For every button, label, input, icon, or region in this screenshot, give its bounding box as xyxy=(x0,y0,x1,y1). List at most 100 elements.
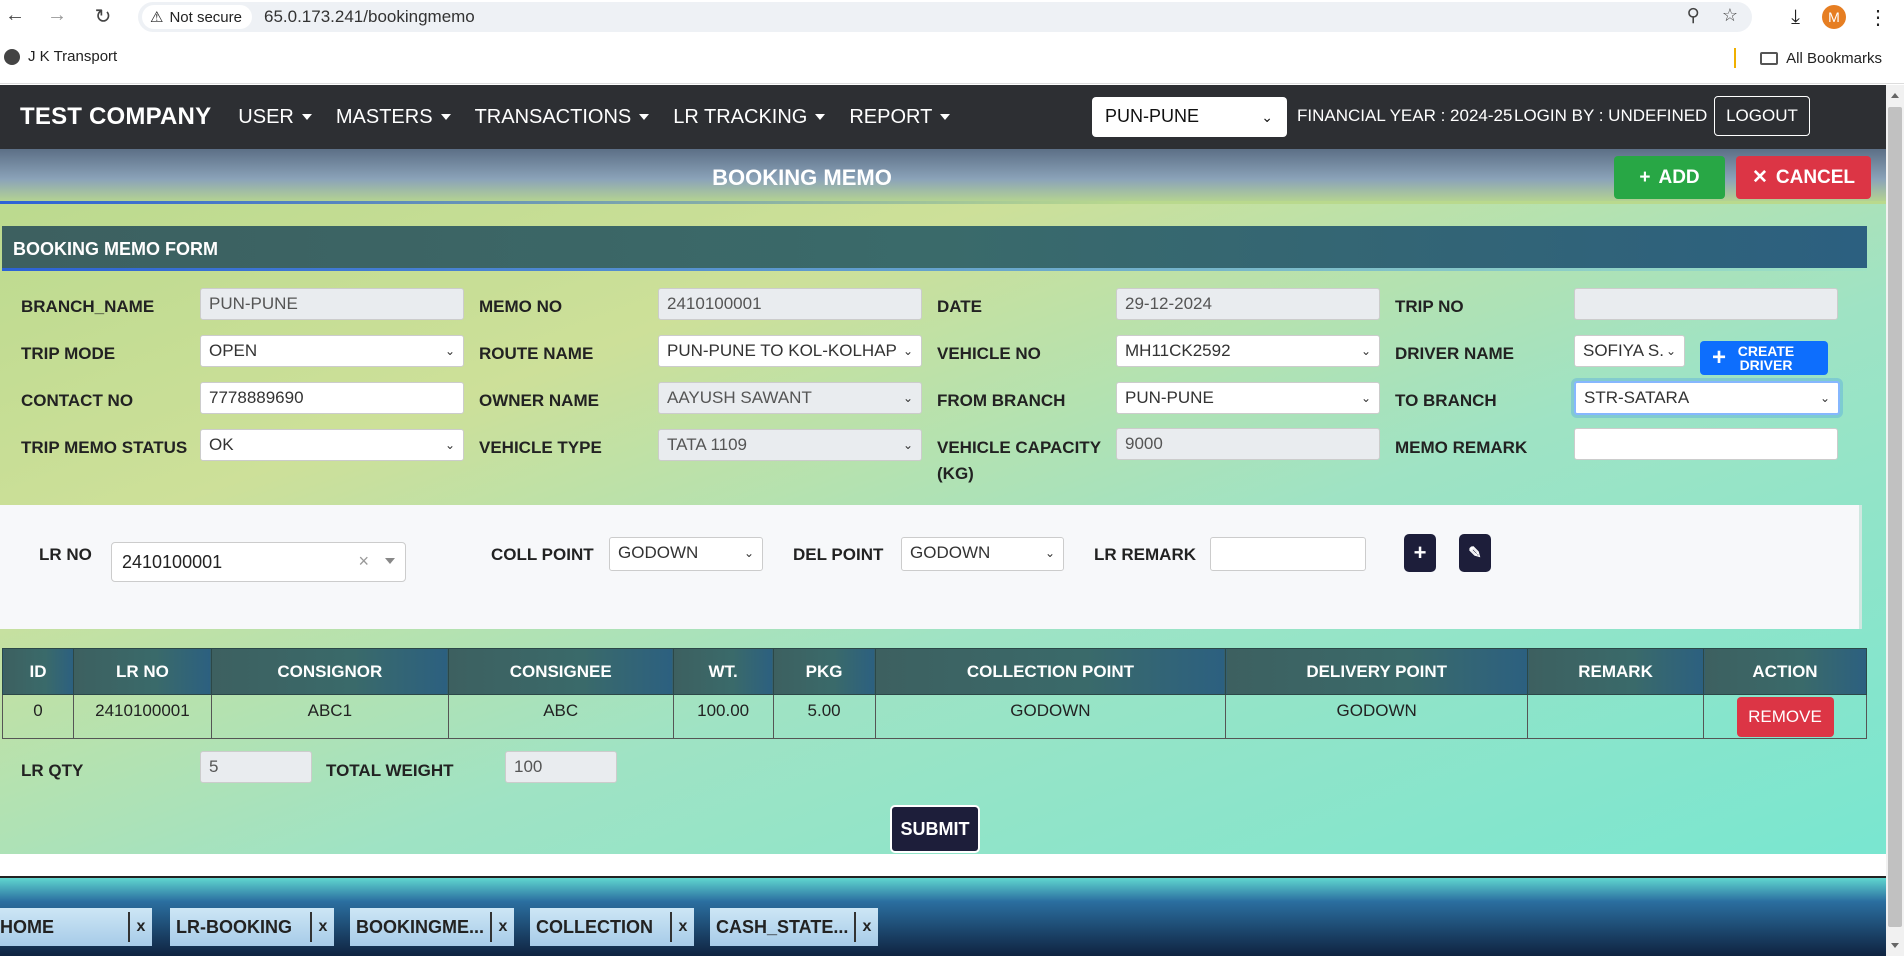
cancel-button[interactable]: ✕ CANCEL xyxy=(1736,156,1871,199)
col-action: ACTION xyxy=(1703,648,1867,695)
chevron-down-icon: ⌄ xyxy=(902,391,913,405)
vehicle-capacity-field[interactable]: 9000 xyxy=(1116,428,1380,460)
branch-name-field[interactable]: PUN-PUNE xyxy=(200,288,464,320)
logout-button[interactable]: LOGOUT xyxy=(1714,96,1810,136)
page-title: BOOKING MEMO xyxy=(712,165,892,190)
to-branch-select[interactable]: STR-SATARA ⌄ xyxy=(1574,381,1840,415)
menu-transactions[interactable]: TRANSACTIONS xyxy=(475,106,650,129)
label-vehicle-type: VEHICLE TYPE xyxy=(479,438,602,457)
all-bookmarks[interactable]: All Bookmarks xyxy=(1786,50,1882,67)
trip-no-field[interactable] xyxy=(1574,288,1838,320)
label-date: DATE xyxy=(937,297,983,316)
bookmark-jk-transport[interactable]: J K Transport xyxy=(4,48,117,65)
tab-collection[interactable]: COLLECTION x xyxy=(530,908,694,946)
label-trip-mode: TRIP MODE xyxy=(21,344,116,363)
forward-icon[interactable]: → xyxy=(42,4,72,27)
back-icon[interactable]: ← xyxy=(0,4,30,27)
tab-lr-booking[interactable]: LR-BOOKING x xyxy=(170,908,334,946)
cell-remark xyxy=(1527,694,1704,739)
remove-button[interactable]: REMOVE xyxy=(1736,697,1834,737)
tab-bookingmemo[interactable]: BOOKINGME... x xyxy=(350,908,514,946)
label-coll-point: COLL POINT xyxy=(491,545,594,564)
lr-no-select[interactable]: 2410100001 × xyxy=(111,542,406,582)
lr-remark-field[interactable] xyxy=(1210,537,1366,571)
vehicle-type-select[interactable]: TATA 1109 ⌄ xyxy=(658,429,922,461)
url-text[interactable]: 65.0.173.241/bookingmemo xyxy=(264,7,475,27)
title-bar: BOOKING MEMO + ADD ✕ CANCEL xyxy=(0,149,1886,204)
memo-no-field[interactable]: 2410100001 xyxy=(658,288,922,320)
more-menu-icon[interactable]: ⋮ xyxy=(1868,5,1888,30)
close-icon[interactable]: x xyxy=(310,912,334,942)
label-vehicle-capacity: VEHICLE CAPACITY xyxy=(937,438,1102,457)
close-icon[interactable]: x xyxy=(128,912,152,942)
address-bar[interactable]: ⚠ Not secure 65.0.173.241/bookingmemo ⚲ … xyxy=(138,2,1752,32)
close-icon[interactable]: x xyxy=(490,912,514,942)
lr-qty-field[interactable]: 5 xyxy=(200,751,312,783)
chevron-down-icon: ⌄ xyxy=(902,438,913,452)
label-contact-no: CONTACT NO xyxy=(21,391,134,410)
submit-button[interactable]: SUBMIT xyxy=(890,805,980,853)
total-weight-field[interactable]: 100 xyxy=(505,751,617,783)
bookmark-divider xyxy=(1734,48,1737,68)
cell-collection-point: GODOWN xyxy=(874,694,1227,739)
memo-remark-field[interactable] xyxy=(1574,428,1838,460)
caret-down-icon xyxy=(815,114,826,120)
tab-home[interactable]: HOME x xyxy=(0,908,152,946)
add-button[interactable]: + ADD xyxy=(1614,156,1725,199)
col-wt: WT. xyxy=(672,648,774,695)
from-branch-select[interactable]: PUN-PUNE ⌄ xyxy=(1116,382,1380,414)
star-icon[interactable]: ☆ xyxy=(1722,5,1738,26)
label-route-name: ROUTE NAME xyxy=(479,344,594,363)
cell-id: 0 xyxy=(2,694,74,739)
chevron-down-icon: ⌄ xyxy=(898,344,913,358)
label-vehicle-no: VEHICLE NO xyxy=(937,344,1041,363)
close-icon[interactable]: x xyxy=(854,912,878,942)
col-id: ID xyxy=(2,648,74,695)
clear-icon[interactable]: × xyxy=(358,551,369,572)
label-del-point: DEL POINT xyxy=(793,545,884,564)
scrollbar-thumb[interactable] xyxy=(1888,107,1902,927)
owner-name-select[interactable]: AAYUSH SAWANT ⌄ xyxy=(658,382,922,414)
route-name-select[interactable]: PUN-PUNE TO KOL-KOLHAP ⌄ xyxy=(658,335,922,367)
cell-lr-no: 2410100001 xyxy=(72,694,212,739)
security-indicator[interactable]: ⚠ Not secure xyxy=(142,5,252,29)
coll-point-select[interactable]: GODOWN ⌄ xyxy=(609,537,763,571)
edit-lr-button[interactable]: ✎ xyxy=(1459,534,1491,572)
close-icon[interactable]: x xyxy=(670,912,694,942)
reload-icon[interactable]: ↻ xyxy=(88,4,118,29)
cell-wt: 100.00 xyxy=(672,694,774,739)
label-branch-name: BRANCH_NAME xyxy=(21,297,155,316)
scroll-up-icon[interactable] xyxy=(1891,93,1899,98)
del-point-select[interactable]: GODOWN ⌄ xyxy=(901,537,1064,571)
branch-select[interactable]: PUN-PUNE ⌄ xyxy=(1092,97,1287,137)
tab-cash-statement[interactable]: CASH_STATE... x xyxy=(710,908,878,946)
download-icon[interactable]: ⤓ xyxy=(1791,6,1800,29)
chevron-down-icon: ⌄ xyxy=(1360,391,1371,405)
page-scrollbar[interactable] xyxy=(1886,85,1904,956)
menu-masters[interactable]: MASTERS xyxy=(336,106,451,129)
menu-report[interactable]: REPORT xyxy=(849,106,951,129)
bookmarks-bar: J K Transport All Bookmarks xyxy=(0,34,1904,84)
contact-no-field[interactable]: 7778889690 xyxy=(200,382,464,414)
main-menu: USER MASTERS TRANSACTIONS LR TRACKING RE… xyxy=(238,106,951,129)
vehicle-no-select[interactable]: MH11CK2592 ⌄ xyxy=(1116,335,1380,367)
menu-lr-tracking[interactable]: LR TRACKING xyxy=(673,106,826,129)
create-driver-button[interactable]: + CREATE DRIVER xyxy=(1700,341,1828,375)
add-lr-button[interactable]: + xyxy=(1404,534,1436,572)
label-trip-memo-status: TRIP MEMO STATUS xyxy=(21,438,188,457)
zoom-icon[interactable]: ⚲ xyxy=(1687,5,1700,26)
brand-title[interactable]: TEST COMPANY xyxy=(20,103,211,131)
close-icon: ✕ xyxy=(1751,167,1768,188)
caret-down-icon xyxy=(385,558,395,564)
trip-memo-status-select[interactable]: OK ⌄ xyxy=(200,429,464,461)
profile-avatar[interactable]: M xyxy=(1822,5,1846,29)
date-field[interactable]: 29-12-2024 xyxy=(1116,288,1380,320)
chevron-down-icon: ⌄ xyxy=(444,438,455,452)
driver-name-select[interactable]: SOFIYA S. ⌄ xyxy=(1574,335,1685,367)
scroll-down-icon[interactable] xyxy=(1891,943,1899,948)
cell-pkg: 5.00 xyxy=(772,694,876,739)
menu-user[interactable]: USER xyxy=(238,106,312,129)
login-by: LOGIN BY : UNDEFINED xyxy=(1514,106,1708,125)
trip-mode-select[interactable]: OPEN ⌄ xyxy=(200,335,464,367)
col-lr-no: LR NO xyxy=(72,648,212,695)
